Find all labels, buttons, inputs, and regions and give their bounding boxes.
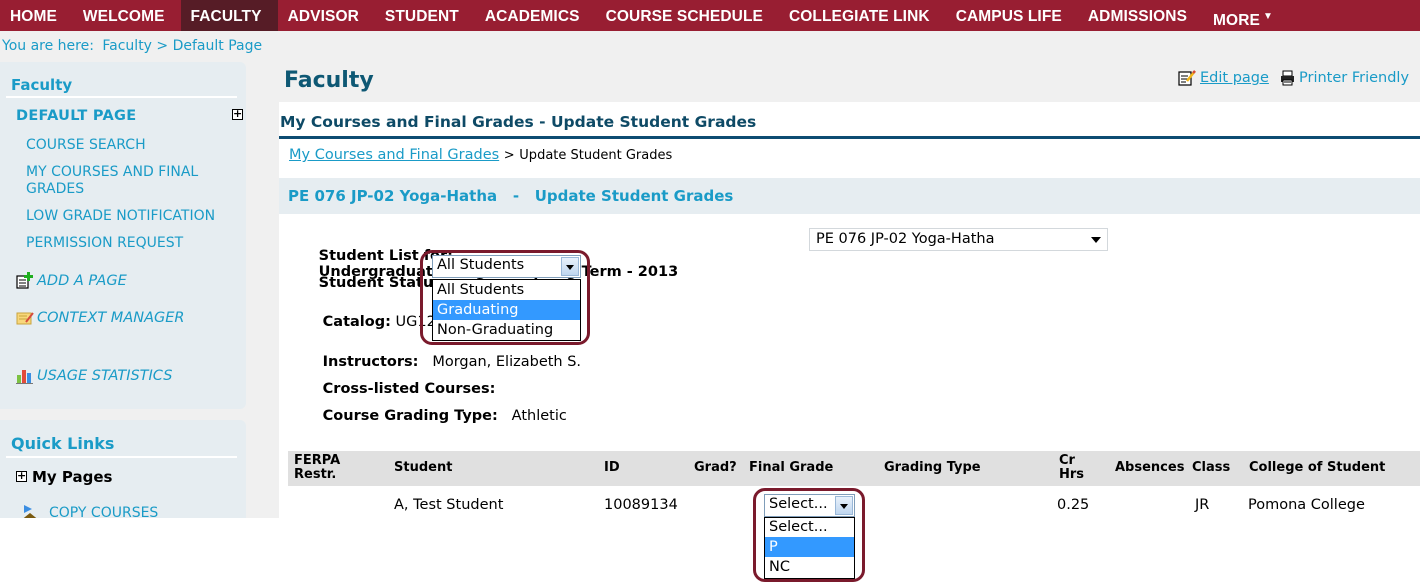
col-student: Student — [394, 460, 453, 475]
grade-option-p[interactable]: P — [765, 537, 854, 557]
sidebar-tool-add-page[interactable]: ADD A PAGE — [16, 272, 127, 289]
chevron-down-icon — [1091, 237, 1101, 243]
sidebar-tool-label: USAGE STATISTICS — [37, 368, 173, 384]
course-select-value: PE 076 JP-02 Yoga-Hatha — [816, 231, 995, 247]
sidebar-item-my-courses[interactable]: MY COURSES AND FINAL GRADES — [26, 164, 226, 198]
catalog-label: Catalog: — [322, 314, 391, 330]
edit-page-label: Edit page — [1200, 70, 1269, 86]
nav-admissions[interactable]: ADMISSIONS — [1078, 0, 1203, 31]
col-college: College of Student — [1249, 460, 1386, 475]
nav-student[interactable]: STUDENT — [375, 0, 475, 31]
nav-home[interactable]: HOME — [0, 0, 73, 31]
nav-welcome[interactable]: WELCOME — [73, 0, 181, 31]
expand-icon[interactable]: + — [232, 108, 243, 120]
nav-more-label: MORE — [1213, 12, 1260, 29]
printer-icon — [1281, 70, 1294, 86]
breadcrumb-separator: > — [503, 148, 515, 163]
grade-option-select[interactable]: Select... — [765, 517, 854, 537]
sidebar-faculty-panel: Faculty DEFAULT PAGE + COURSE SEARCH MY … — [0, 62, 246, 409]
grading-type-label: Course Grading Type: — [322, 408, 498, 424]
nav-collegiate-link[interactable]: COLLEGIATE LINK — [779, 0, 946, 31]
my-pages-link[interactable]: My Pages — [32, 468, 112, 486]
printer-friendly-label: Printer Friendly — [1299, 70, 1410, 86]
course-select[interactable]: PE 076 JP-02 Yoga-Hatha — [809, 228, 1108, 251]
nav-advisor[interactable]: ADVISOR — [278, 0, 375, 31]
usage-statistics-icon — [16, 370, 33, 384]
expand-icon[interactable]: + — [16, 470, 27, 482]
cell-class: JR — [1195, 497, 1210, 513]
quick-links-title: Quick Links — [11, 434, 115, 453]
nav-academics[interactable]: ACADEMICS — [475, 0, 596, 31]
course-header-title: PE 076 JP-02 Yoga-Hatha - Update Student… — [288, 187, 734, 205]
nav-campus-life[interactable]: CAMPUS LIFE — [946, 0, 1078, 31]
add-page-icon — [16, 272, 33, 289]
copy-courses-link[interactable]: COPY COURSES — [18, 503, 158, 518]
breadcrumb-trail[interactable]: Faculty > Default Page — [102, 38, 262, 54]
context-manager-icon — [16, 312, 34, 325]
grading-type-value: Athletic — [511, 408, 567, 424]
quick-links-divider — [6, 456, 237, 458]
final-grade-select[interactable]: Select... — [764, 494, 855, 517]
grades-table-header: FERPA Restr. Student ID Grad? Final Grad… — [288, 451, 1420, 486]
col-grad: Grad? — [694, 460, 737, 475]
breadcrumb: You are here: Faculty > Default Page — [2, 38, 266, 54]
sidebar-divider — [6, 96, 237, 98]
cell-college: Pomona College — [1248, 497, 1365, 513]
printer-friendly-link[interactable]: Printer Friendly — [1280, 70, 1409, 86]
page: HOME WELCOME FACULTY ADVISOR STUDENT ACA… — [0, 0, 1420, 518]
nav-faculty[interactable]: FACULTY — [180, 0, 278, 31]
col-cr-hrs: Cr Hrs — [1059, 453, 1085, 482]
col-grading-type: Grading Type — [884, 460, 981, 475]
sidebar-tool-context-manager[interactable]: CONTEXT MANAGER — [16, 310, 184, 326]
sidebar-section-default-page[interactable]: DEFAULT PAGE — [16, 108, 136, 124]
top-navigation: HOME WELCOME FACULTY ADVISOR STUDENT ACA… — [0, 0, 1420, 31]
col-final-grade: Final Grade — [749, 460, 834, 475]
sidebar-quick-links-panel: Quick Links + My Pages COPY COURSES — [0, 420, 246, 518]
cell-student: A, Test Student — [394, 497, 504, 513]
sidebar-tool-label: ADD A PAGE — [37, 273, 127, 289]
portlet-breadcrumb: My Courses and Final Grades > Update Stu… — [289, 147, 672, 163]
sidebar-item-permission-request[interactable]: PERMISSION REQUEST — [26, 235, 183, 252]
copy-courses-icon — [23, 505, 37, 518]
student-status-options: All Students Graduating Non-Graduating — [432, 279, 581, 341]
main-content: My Courses and Final Grades - Update Stu… — [279, 102, 1420, 518]
nav-course-schedule[interactable]: COURSE SCHEDULE — [596, 0, 779, 31]
chevron-down-icon[interactable] — [835, 496, 853, 515]
sidebar-item-low-grade[interactable]: LOW GRADE NOTIFICATION — [26, 208, 215, 225]
sidebar-item-course-search[interactable]: COURSE SEARCH — [26, 137, 146, 154]
cell-id: 10089134 — [604, 497, 678, 513]
sidebar-title: Faculty — [11, 76, 73, 94]
grading-type-row: Course Grading Type: Athletic — [295, 392, 567, 440]
status-option-graduating[interactable]: Graduating — [433, 300, 580, 320]
col-absences: Absences — [1115, 460, 1185, 475]
nav-more[interactable]: MORE ▼ — [1203, 0, 1289, 31]
chevron-down-icon: ▼ — [1262, 11, 1273, 22]
sidebar-tool-usage-statistics[interactable]: USAGE STATISTICS — [16, 368, 172, 384]
my-courses-link[interactable]: My Courses and Final Grades — [289, 147, 499, 163]
col-id: ID — [604, 460, 620, 475]
course-header-band: PE 076 JP-02 Yoga-Hatha - Update Student… — [279, 178, 1420, 214]
status-option-all-students[interactable]: All Students — [433, 280, 580, 300]
breadcrumb-current: Update Student Grades — [519, 148, 673, 163]
final-grade-value: Select... — [769, 496, 828, 512]
breadcrumb-prefix: You are here: — [2, 38, 94, 54]
portlet-title: My Courses and Final Grades - Update Stu… — [280, 113, 757, 131]
edit-page-icon — [1178, 70, 1196, 86]
viewport: HOME WELCOME FACULTY ADVISOR STUDENT ACA… — [0, 0, 1420, 586]
status-option-non-graduating[interactable]: Non-Graduating — [433, 320, 580, 340]
student-status-select[interactable]: All Students — [432, 255, 581, 278]
page-title: Faculty — [284, 68, 374, 93]
sidebar-tool-label: CONTEXT MANAGER — [37, 310, 185, 326]
col-class: Class — [1192, 460, 1231, 475]
copy-courses-label: COPY COURSES — [49, 505, 159, 518]
edit-page-link[interactable]: Edit page — [1178, 70, 1269, 86]
chevron-down-icon[interactable] — [561, 257, 579, 276]
cell-cr-hrs: 0.25 — [1057, 497, 1090, 513]
final-grade-options-overflow: Select... P NC — [764, 518, 855, 579]
student-status-value: All Students — [437, 257, 525, 273]
grade-option-nc[interactable]: NC — [765, 557, 854, 577]
portlet-divider — [279, 136, 1420, 139]
col-ferpa: FERPA Restr. — [294, 453, 341, 482]
